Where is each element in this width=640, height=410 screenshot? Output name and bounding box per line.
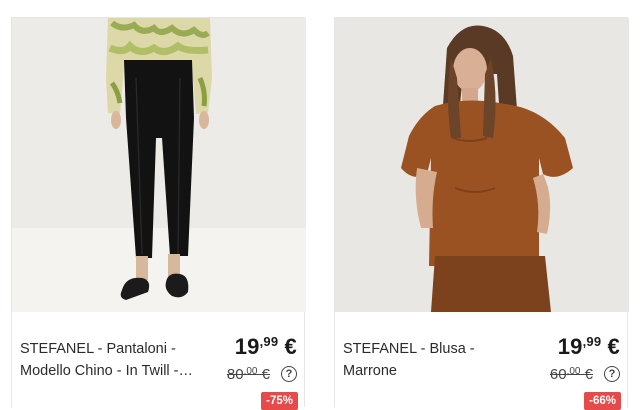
product-card[interactable]: STEFANEL - Blusa - Marrone 19,99 € 60,00… (334, 17, 629, 410)
product-card[interactable]: STEFANEL - Pantaloni - Modello Chino - I… (11, 17, 306, 410)
current-price: 19,99 € (234, 334, 297, 359)
product-grid: STEFANEL - Pantaloni - Modello Chino - I… (0, 0, 640, 410)
product-image[interactable] (335, 18, 629, 312)
original-price: 80,00 € (226, 366, 270, 383)
product-title[interactable]: STEFANEL - Pantaloni - Modello Chino - I… (20, 338, 200, 382)
black-trousers-photo (12, 18, 306, 312)
discount-badge: -75% (261, 392, 298, 410)
product-image[interactable] (12, 18, 306, 312)
current-price: 19,99 € (557, 334, 620, 359)
price-info-icon[interactable]: ? (281, 366, 297, 382)
product-title[interactable]: STEFANEL - Blusa - Marrone (343, 338, 523, 382)
product-info: STEFANEL - Blusa - Marrone 19,99 € 60,00… (335, 312, 629, 410)
original-price: 60,00 € (549, 366, 593, 383)
brown-blouse-photo (335, 18, 629, 312)
discount-badge: -66% (584, 392, 621, 410)
product-info: STEFANEL - Pantaloni - Modello Chino - I… (12, 312, 306, 410)
price-info-icon[interactable]: ? (604, 366, 620, 382)
